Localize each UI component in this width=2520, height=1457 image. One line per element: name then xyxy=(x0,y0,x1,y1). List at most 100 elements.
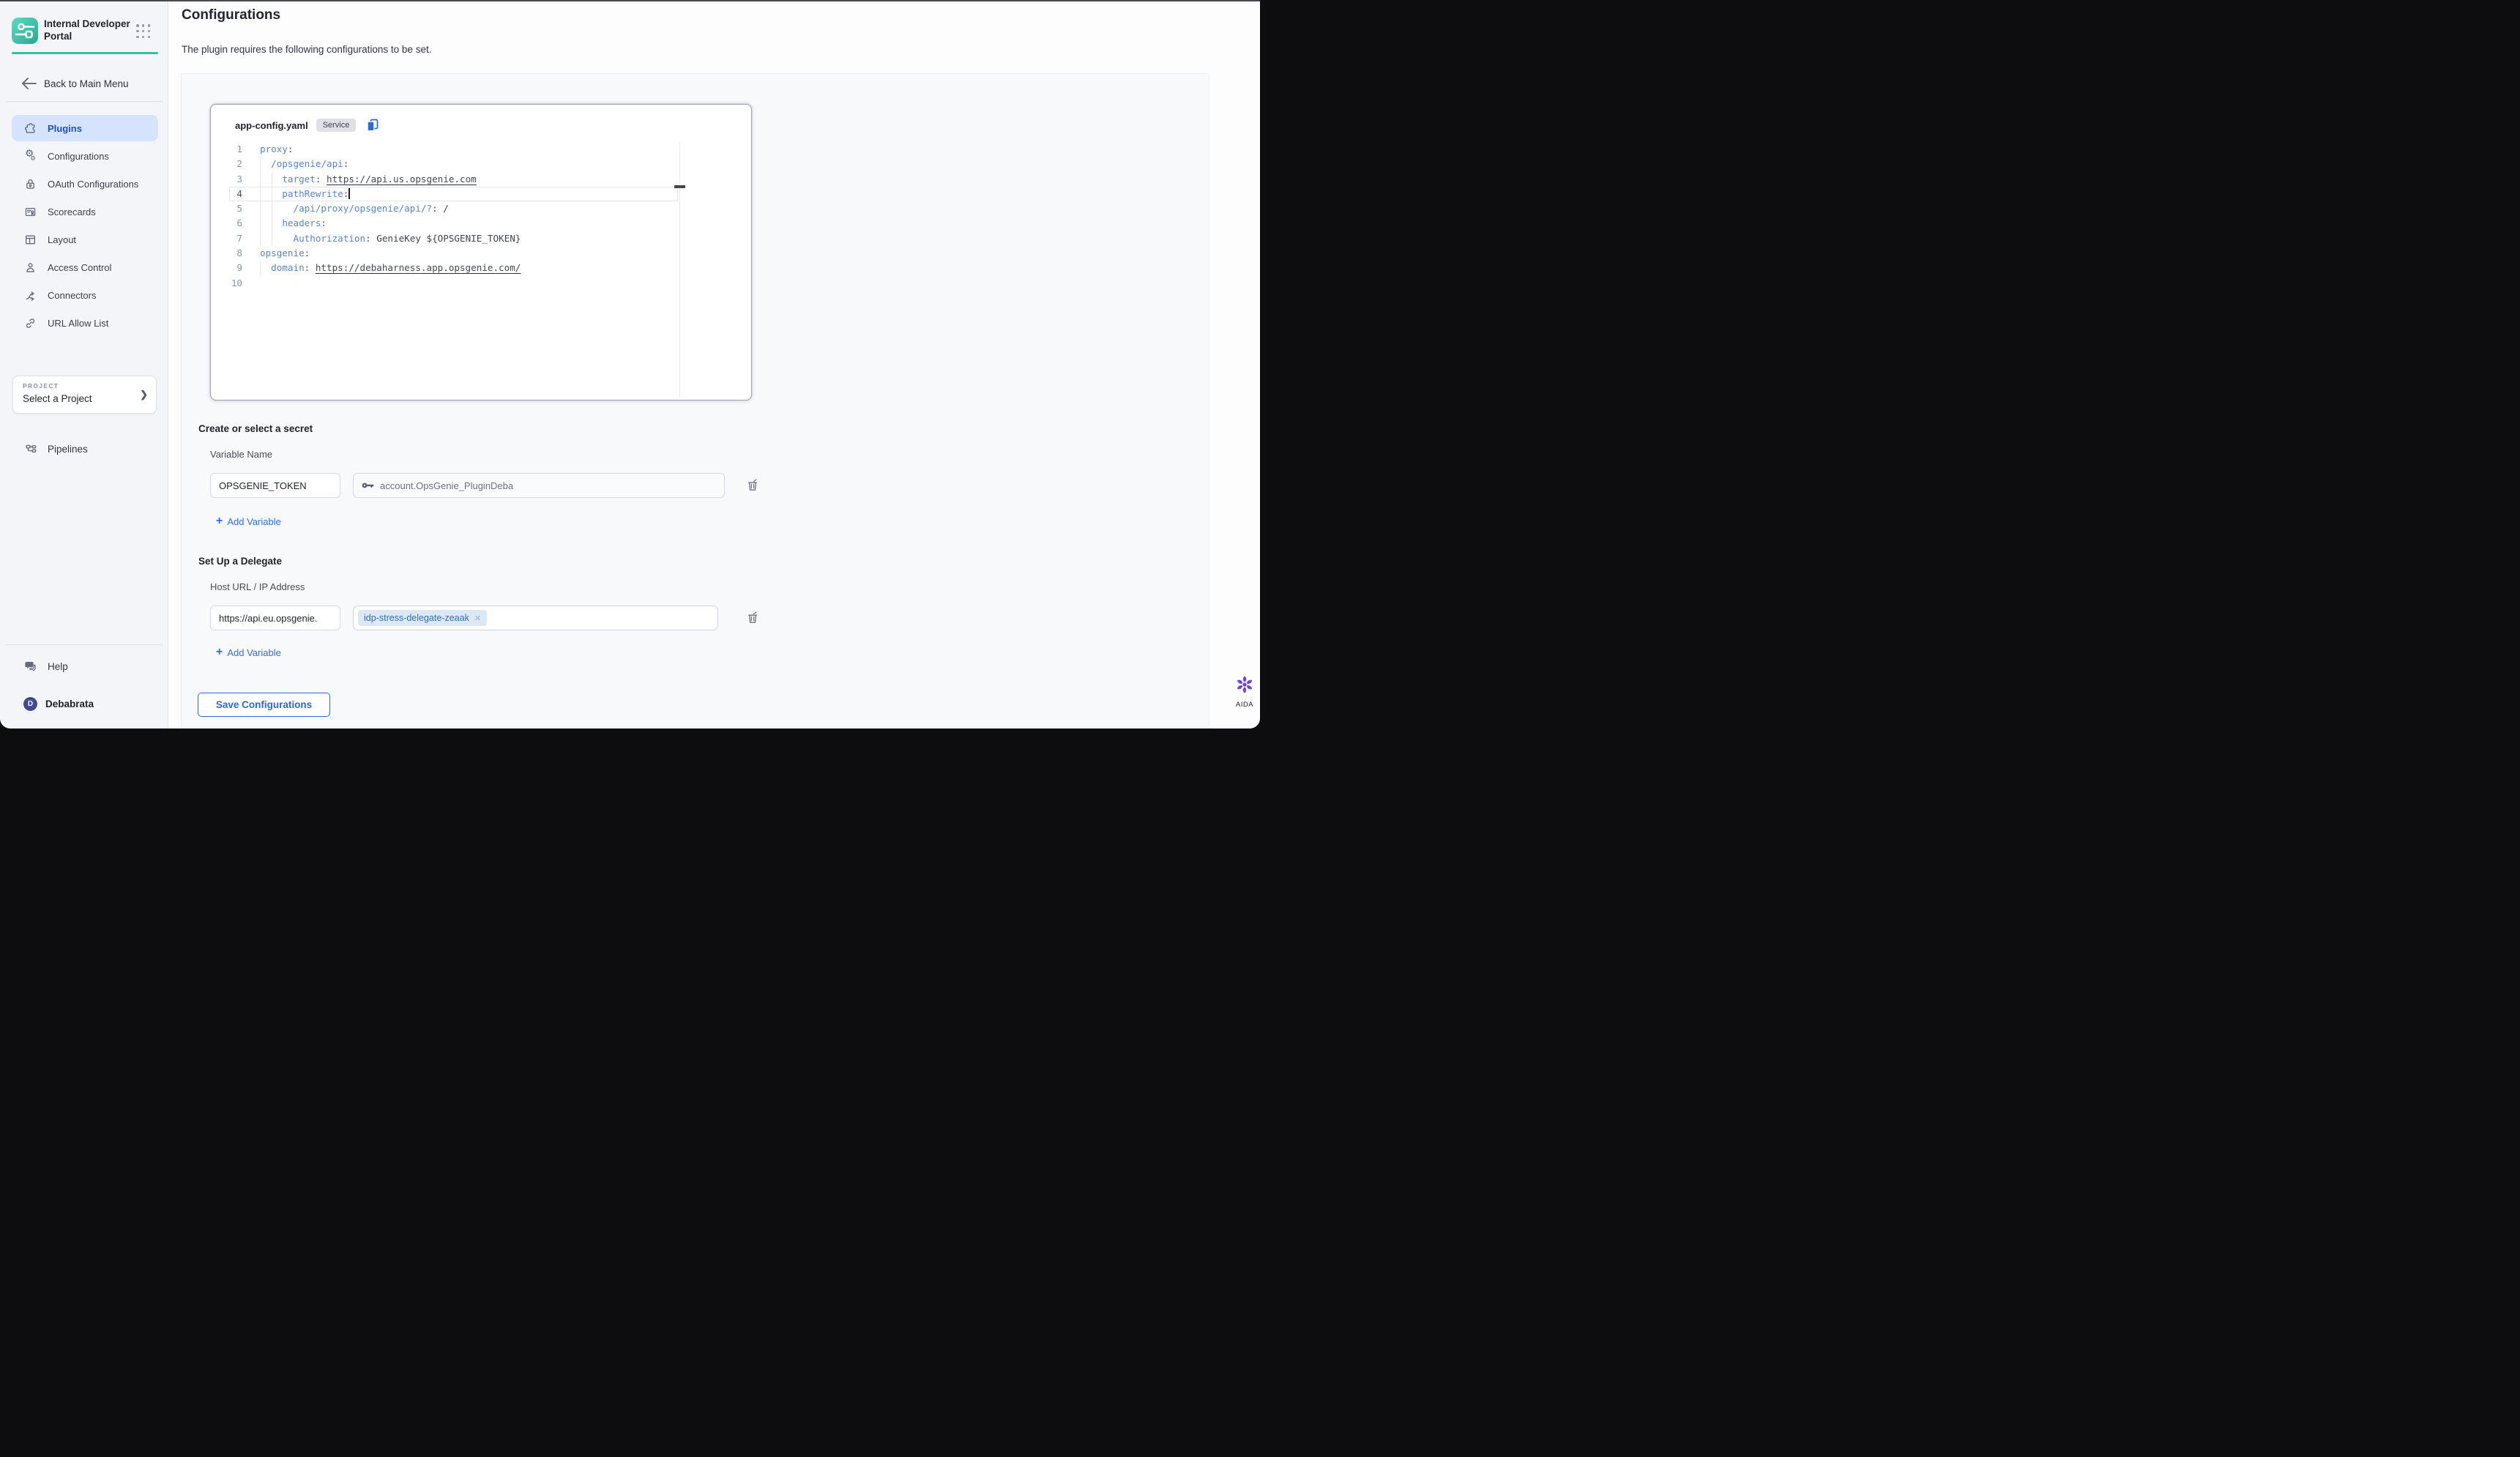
copy-icon[interactable] xyxy=(366,119,379,132)
sidebar-item-access-control[interactable]: Access Control xyxy=(0,254,158,280)
add-delegate-variable-button[interactable]: + Add Variable xyxy=(216,646,281,658)
app-window: Internal Developer Portal Back to Main M… xyxy=(0,0,1260,728)
save-configurations-button[interactable]: Save Configurations xyxy=(198,693,330,717)
user-menu[interactable]: D Debabrata xyxy=(0,690,168,717)
yaml-editor-card: app-config.yaml Service 1proxy:2 /opsgen… xyxy=(210,104,752,400)
lock-icon xyxy=(24,178,37,190)
delegate-chip[interactable]: idp-stress-delegate-zeaak ✕ xyxy=(358,610,487,626)
project-selector[interactable]: PROJECT Select a Project ❯ xyxy=(12,376,157,414)
aida-widget[interactable]: AIDA xyxy=(1224,674,1260,709)
line-number: 2 xyxy=(211,157,242,171)
chevron-right-icon: ❯ xyxy=(140,389,148,400)
host-url-input[interactable] xyxy=(210,605,340,630)
aida-label: AIDA xyxy=(1224,701,1260,709)
line-number: 1 xyxy=(211,142,242,157)
code-line: 4 pathRewrite: xyxy=(211,187,751,201)
help-chat-icon: ? xyxy=(24,660,37,673)
editor-filename: app-config.yaml xyxy=(235,120,308,131)
back-to-main-menu-button[interactable]: Back to Main Menu xyxy=(0,74,168,93)
code-line: 1proxy: xyxy=(211,142,751,157)
brand-title: Internal Developer Portal xyxy=(44,18,138,42)
sidebar-item-plugins[interactable]: Plugins xyxy=(12,115,158,141)
code-line: 8opsgenie: xyxy=(211,246,751,261)
sidebar-item-label: Access Control xyxy=(48,262,111,273)
line-number: 7 xyxy=(211,231,242,246)
sidebar-item-label: Layout xyxy=(48,234,76,245)
code-line: 5 /api/proxy/opsgenie/api/?: / xyxy=(211,201,751,216)
sidebar-bottom-divider xyxy=(6,644,163,645)
variable-name-input[interactable] xyxy=(210,473,340,498)
app-logo-icon xyxy=(12,18,38,44)
delete-variable-icon[interactable] xyxy=(745,478,760,493)
sidebar-item-label: Connectors xyxy=(48,290,96,301)
sidebar-item-oauth-configurations[interactable]: OAuth Configurations xyxy=(0,171,158,197)
code-editor[interactable]: 1proxy:2 /opsgenie/api:3 target: https:/… xyxy=(211,142,751,397)
code-line: 9 domain: https://debaharness.app.opsgen… xyxy=(211,261,751,275)
sidebar-divider xyxy=(6,101,163,102)
pipelines-icon xyxy=(24,442,37,455)
gears-icon: ⚙⚙ xyxy=(24,150,37,163)
host-url-label: Host URL / IP Address xyxy=(210,581,305,592)
line-number: 10 xyxy=(211,276,242,291)
variable-row: account.OpsGenie_PluginDeba xyxy=(210,473,725,498)
key-icon xyxy=(362,480,374,491)
link-icon xyxy=(24,317,37,329)
sidebar-item-pipelines[interactable]: Pipelines xyxy=(0,438,168,460)
sidebar-nav: Plugins ⚙⚙ Configurations OAuth Configurati… xyxy=(0,115,168,338)
page-title: Configurations xyxy=(182,7,280,23)
plus-icon: + xyxy=(216,515,223,527)
variable-name-label: Variable Name xyxy=(210,449,272,460)
sidebar-item-scorecards[interactable]: Scorecards xyxy=(0,198,158,225)
plus-icon: + xyxy=(216,646,223,658)
code-line: 6 headers: xyxy=(211,216,751,231)
sidebar-item-label: Plugins xyxy=(48,123,82,134)
sidebar-item-help[interactable]: ? Help xyxy=(0,655,168,677)
sidebar-item-layout[interactable]: Layout xyxy=(0,226,158,253)
sidebar-item-configurations[interactable]: ⚙⚙ Configurations xyxy=(0,143,158,169)
code-line: 3 target: https://api.us.opsgenie.com xyxy=(211,172,751,187)
text-cursor xyxy=(348,188,350,199)
line-number: 9 xyxy=(211,261,242,275)
sidebar: Internal Developer Portal Back to Main M… xyxy=(0,1,168,728)
project-selector-label: Select a Project xyxy=(23,393,92,404)
sidebar-item-label: Configurations xyxy=(48,151,109,162)
layout-icon xyxy=(24,234,37,246)
line-number: 8 xyxy=(211,246,242,261)
brand-accent-rule xyxy=(12,52,158,54)
person-icon xyxy=(24,261,37,274)
aida-flower-icon xyxy=(1234,674,1256,696)
code-line: 2 /opsgenie/api: xyxy=(211,157,751,171)
secret-select-field[interactable]: account.OpsGenie_PluginDeba xyxy=(353,473,725,498)
apps-grid-icon[interactable] xyxy=(136,24,151,39)
delegate-select-field[interactable]: idp-stress-delegate-zeaak ✕ xyxy=(353,605,718,630)
config-panel: app-config.yaml Service 1proxy:2 /opsgen… xyxy=(181,73,1209,728)
sidebar-item-label: OAuth Configurations xyxy=(48,179,138,190)
service-badge: Service xyxy=(316,119,357,132)
line-number: 3 xyxy=(211,172,242,187)
sidebar-item-label: Scorecards xyxy=(48,206,96,217)
sidebar-item-connectors[interactable]: Connectors xyxy=(0,282,158,308)
line-number: 5 xyxy=(211,201,242,216)
chip-remove-icon[interactable]: ✕ xyxy=(474,614,481,623)
delegate-section-heading: Set Up a Delegate xyxy=(198,556,282,567)
delete-delegate-icon[interactable] xyxy=(745,611,760,625)
sidebar-item-label: URL Allow List xyxy=(48,318,108,329)
main-content: Configurations The plugin requires the f… xyxy=(169,1,1260,728)
line-number: 6 xyxy=(211,216,242,231)
help-label: Help xyxy=(48,661,68,672)
page-subtitle: The plugin requires the following config… xyxy=(182,44,431,55)
svg-text:?: ? xyxy=(28,662,31,667)
secret-value: account.OpsGenie_PluginDeba xyxy=(380,480,513,491)
delegate-row: idp-stress-delegate-zeaak ✕ xyxy=(210,605,718,630)
scorecard-icon xyxy=(24,206,37,218)
back-arrow-icon xyxy=(21,77,37,90)
code-line: 10 xyxy=(211,276,751,291)
connectors-icon xyxy=(24,289,37,302)
add-variable-button[interactable]: + Add Variable xyxy=(216,515,281,527)
project-eyebrow: PROJECT xyxy=(23,382,59,390)
puzzle-icon xyxy=(24,122,37,135)
line-number: 4 xyxy=(211,187,242,201)
back-to-main-menu-label: Back to Main Menu xyxy=(44,78,129,89)
sidebar-item-url-allow-list[interactable]: URL Allow List xyxy=(0,310,158,336)
avatar: D xyxy=(22,696,39,712)
